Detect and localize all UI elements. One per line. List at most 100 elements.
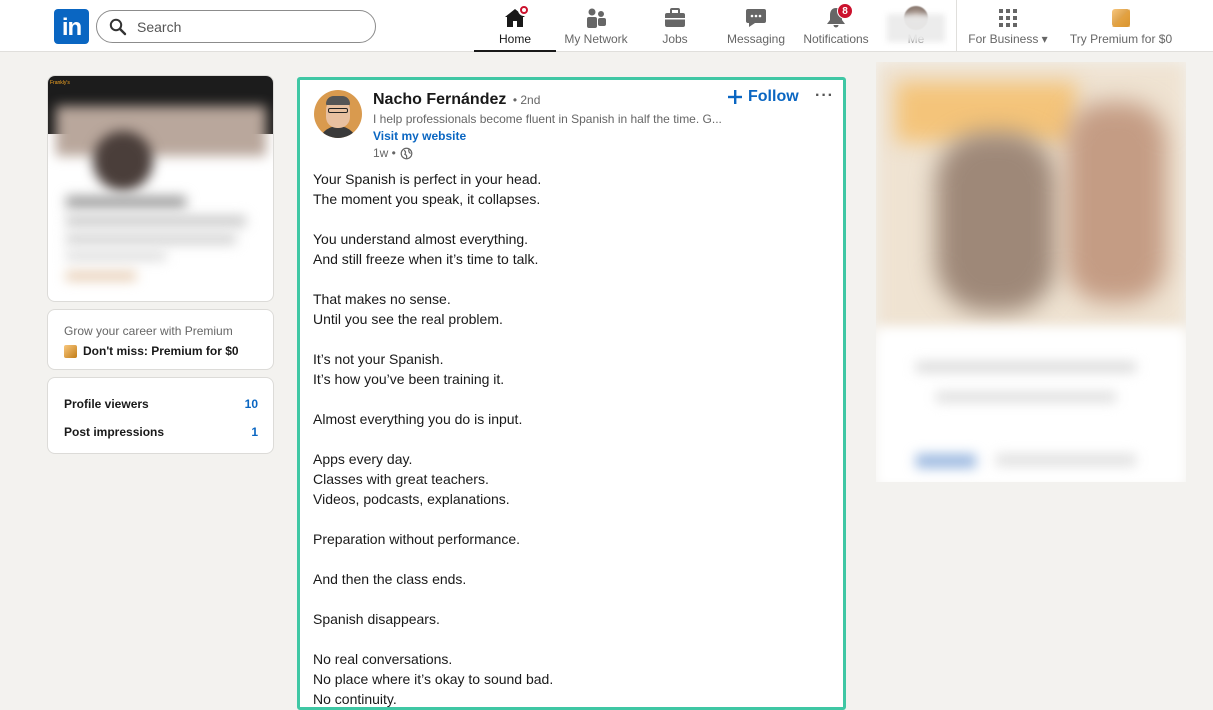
post-paragraph: And then the class ends. [313, 569, 823, 589]
nav-home[interactable]: Home [474, 4, 556, 52]
post-line: No continuity. [313, 691, 397, 707]
post-line: No place where it’s okay to sound bad. [313, 671, 554, 687]
blurred-region [66, 252, 166, 260]
briefcase-icon [665, 8, 685, 27]
search-icon [109, 18, 127, 36]
profile-stats-card: Profile viewers 10 Post impressions 1 [47, 377, 274, 454]
chat-icon [746, 9, 766, 27]
post-paragraph: Spanish disappears. [313, 609, 823, 629]
post-paragraph: No real conversations. No place where it’… [313, 649, 823, 707]
visit-website-link[interactable]: Visit my website [373, 129, 466, 143]
post-line: Until you see the real problem. [313, 311, 503, 327]
stat-value: 10 [244, 397, 258, 411]
premium-promo-card[interactable]: Grow your career with Premium Don't miss… [47, 309, 274, 370]
connection-degree: • 2nd [512, 93, 541, 107]
post-paragraph: You understand almost everything. And sti… [313, 229, 823, 269]
post-paragraph: Preparation without performance. [313, 529, 823, 549]
plus-icon [728, 90, 742, 104]
nav-try-premium-label: Try Premium for $0 [1069, 32, 1173, 46]
grid-icon [999, 9, 1017, 27]
post-paragraph: Almost everything you do is input. [313, 409, 823, 429]
linkedin-logo[interactable]: in [54, 9, 89, 44]
post-paragraph: That makes no sense. Until you see the re… [313, 289, 823, 329]
post-line: Almost everything you do is input. [313, 411, 523, 427]
stat-label: Profile viewers [64, 397, 149, 411]
author-name-line[interactable]: Nacho Fernández • 2nd [373, 91, 540, 109]
stat-profile-viewers[interactable]: Profile viewers 10 [64, 397, 258, 411]
notifications-count-badge: 8 [837, 3, 853, 19]
nav-notifications-label: Notifications [803, 32, 869, 46]
chevron-down-icon: ▾ [1041, 32, 1048, 46]
nav-home-label: Home [498, 32, 531, 46]
nav-messaging-label: Messaging [726, 32, 786, 46]
post-paragraph: Apps every day. Classes with great teache… [313, 449, 823, 509]
blurred-region [916, 362, 1136, 372]
search-input[interactable] [137, 17, 357, 37]
author-avatar[interactable] [314, 90, 362, 138]
feed-post: Nacho Fernández • 2nd I help professiona… [297, 77, 846, 710]
post-line: Preparation without performance. [313, 531, 520, 547]
blurred-region [56, 106, 266, 156]
blurred-region [66, 196, 186, 208]
premium-link-label: Don't miss: Premium for $0 [83, 344, 239, 358]
premium-subtitle: Grow your career with Premium [64, 324, 233, 338]
right-rail-ad[interactable] [876, 62, 1186, 482]
blurred-region [66, 216, 246, 226]
nav-jobs[interactable]: Jobs [644, 4, 706, 52]
post-text: Your Spanish is perfect in your head. The… [313, 169, 823, 707]
post-line: That makes no sense. [313, 291, 451, 307]
post-line: And then the class ends. [313, 571, 467, 587]
post-line: No real conversations. [313, 651, 453, 667]
post-line: Videos, podcasts, explanations. [313, 491, 510, 507]
stat-label: Post impressions [64, 425, 165, 439]
nav-for-business-label: For Business ▾ [968, 32, 1048, 46]
nav-notifications[interactable]: 8 Notifications [800, 3, 872, 52]
nav-messaging[interactable]: Messaging [722, 4, 790, 52]
globe-icon [400, 147, 413, 159]
blurred-region [887, 14, 945, 42]
blurred-region [1066, 102, 1166, 302]
banner-text: Frankly's [50, 80, 70, 86]
author-name[interactable]: Nacho Fernández [373, 91, 506, 108]
post-line: Your Spanish is perfect in your head. [313, 171, 542, 187]
network-icon [587, 8, 606, 28]
nav-jobs-label: Jobs [662, 32, 688, 46]
blurred-region [936, 132, 1056, 312]
blurred-region [996, 454, 1136, 466]
blurred-region [66, 234, 236, 244]
follow-label: Follow [748, 88, 799, 105]
post-time: 1w • [373, 146, 396, 160]
post-line: You understand almost everything. [313, 231, 529, 247]
follow-button[interactable]: Follow [728, 88, 799, 106]
premium-icon [1112, 9, 1130, 27]
blurred-region [936, 392, 1116, 402]
post-paragraph: Your Spanish is perfect in your head. The… [313, 169, 823, 209]
post-line: It’s how you’ve been training it. [313, 371, 505, 387]
premium-link[interactable]: Don't miss: Premium for $0 [64, 344, 239, 358]
nav-my-network[interactable]: My Network [560, 4, 632, 52]
blurred-region [66, 272, 136, 280]
top-navigation: in Home My Network [0, 0, 1213, 52]
search-box[interactable] [96, 10, 376, 43]
blurred-avatar [93, 131, 153, 191]
post-line: The moment you speak, it collapses. [313, 191, 541, 207]
premium-icon [64, 344, 77, 358]
post-line: Apps every day. [313, 451, 413, 467]
nav-my-network-label: My Network [564, 32, 628, 46]
post-line: Spanish disappears. [313, 611, 440, 627]
more-options-button[interactable]: ··· [815, 87, 834, 105]
stat-post-impressions[interactable]: Post impressions 1 [64, 425, 258, 439]
post-line: It’s not your Spanish. [313, 351, 444, 367]
post-paragraph: It’s not your Spanish. It’s how you’ve be… [313, 349, 823, 389]
nav-try-premium[interactable]: Try Premium for $0 [1066, 4, 1176, 52]
post-line: And still freeze when it’s time to talk. [313, 251, 539, 267]
home-activity-dot [518, 4, 530, 16]
profile-card[interactable]: Frankly's [47, 75, 274, 302]
post-meta: 1w • [373, 146, 413, 160]
stat-value: 1 [251, 425, 258, 439]
nav-divider [956, 0, 957, 52]
blurred-region [916, 454, 976, 468]
nav-for-business[interactable]: For Business ▾ [966, 4, 1050, 52]
post-line: Classes with great teachers. [313, 471, 489, 487]
author-headline: I help professionals become fluent in Sp… [373, 112, 722, 126]
